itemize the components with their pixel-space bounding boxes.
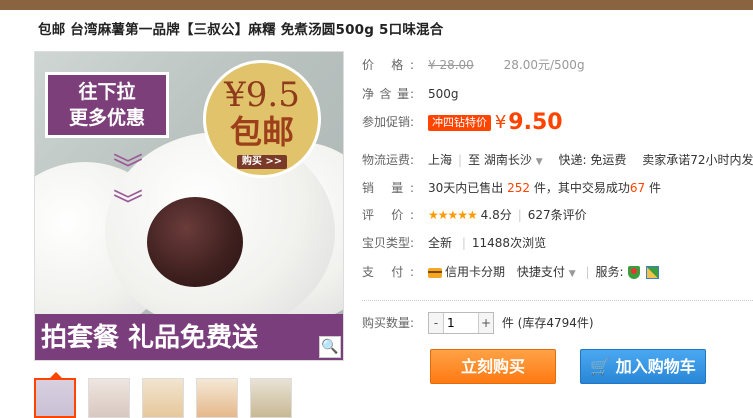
promo-yen: ¥ [494, 112, 507, 133]
thumbnail-4[interactable] [196, 378, 238, 418]
star-icon: ★★★★★ [428, 208, 478, 222]
service-guarantee-icon[interactable] [627, 266, 640, 279]
payment-row: 支 付: 信用卡分期 快捷支付 ▼ | 服务: [362, 263, 659, 280]
price-row: 价 格: ¥ 28.00 28.00元/500g [362, 58, 585, 72]
rating-count-link[interactable]: 627条评价 [528, 208, 587, 222]
shipping-promise: 卖家承诺72小时内发货 [642, 153, 753, 167]
thumbnail-3[interactable] [142, 378, 184, 418]
cart-icon: 🛒 [590, 357, 611, 376]
quantity-row: 购买数量:-+ 件 (库存4794件) [362, 312, 594, 334]
quantity-input[interactable] [443, 313, 479, 333]
rating-score: 4.8分 [480, 208, 512, 222]
net-weight-row: 净 含 量: 500g [362, 87, 459, 101]
sales-count: 252 [507, 181, 531, 195]
quantity-stepper: -+ [428, 312, 494, 334]
buy-now-mini-button: 购买 >> [236, 155, 288, 169]
chevron-down-icon: ▼ [568, 269, 576, 279]
product-title: 包邮 台湾麻薯第一品牌【三叔公】麻糬 免煮汤圆500g 5口味混合 [38, 22, 444, 38]
chevron-down-icon: ︾ [113, 152, 143, 187]
credit-installment-link[interactable]: 信用卡分期 [445, 265, 505, 279]
promo-badge: 冲四钻特价 [428, 114, 491, 131]
buy-now-button[interactable]: 立刻购买 [430, 349, 556, 384]
shipping-row: 物流运费:上海|至 湖南长沙 ▼ 快递: 免运费 卖家承诺72小时内发货 [362, 151, 753, 168]
rating-row: 评 价: ★★★★★ 4.8分 | 627条评价 [362, 208, 587, 222]
net-weight-value: 500g [428, 87, 459, 101]
promo-price: 9.50 [508, 110, 563, 135]
divider [362, 300, 753, 301]
stock-info: 件 (库存4794件) [501, 315, 594, 330]
scroll-down-promo: 往下拉 更多优惠 [45, 72, 169, 138]
view-count: 11488次浏览 [471, 236, 547, 250]
quantity-minus-button[interactable]: - [429, 313, 443, 333]
thumbnail-5[interactable] [250, 378, 292, 418]
main-product-image[interactable]: 往下拉 更多优惠 ︾ ︾ ¥9.5 包邮 购买 >> 拍套餐 礼品免费送 🔍 [34, 51, 344, 361]
item-type: 全新 [428, 236, 453, 250]
item-type-row: 宝贝类型: 全新 | 11488次浏览 [362, 236, 547, 250]
unit-price: 28.00元/500g [503, 58, 585, 72]
quick-pay-select[interactable]: 快捷支付 ▼ [517, 265, 576, 279]
gift-banner: 拍套餐 礼品免费送 [35, 314, 343, 360]
ship-to-select[interactable]: 湖南长沙 ▼ [484, 153, 543, 167]
original-price: ¥ 28.00 [428, 58, 474, 72]
credit-card-icon [428, 267, 442, 278]
top-bar [0, 0, 753, 10]
magnifier-icon[interactable]: 🔍 [319, 336, 341, 358]
red-bean-filling [147, 197, 243, 287]
add-to-cart-button[interactable]: 🛒 加入购物车 [580, 349, 706, 384]
quantity-plus-button[interactable]: + [479, 313, 493, 333]
thumbnail-2[interactable] [88, 378, 130, 418]
sales-row: 销 量: 30天内已售出 252 件，其中交易成功67 件 [362, 181, 661, 195]
service-grid-icon[interactable] [645, 266, 659, 279]
chevron-down-icon: ▼ [535, 157, 543, 167]
shipping-fee: 快递: 免运费 [558, 153, 627, 167]
ship-from: 上海 [428, 153, 453, 167]
thumbnail-1[interactable] [34, 378, 76, 418]
promo-row: 参加促销: 冲四钻特价 ¥9.50 [362, 110, 563, 135]
price-badge: ¥9.5 包邮 购买 >> [203, 60, 321, 178]
sales-success: 67 [629, 181, 646, 195]
chevron-down-icon: ︾ [113, 188, 143, 223]
